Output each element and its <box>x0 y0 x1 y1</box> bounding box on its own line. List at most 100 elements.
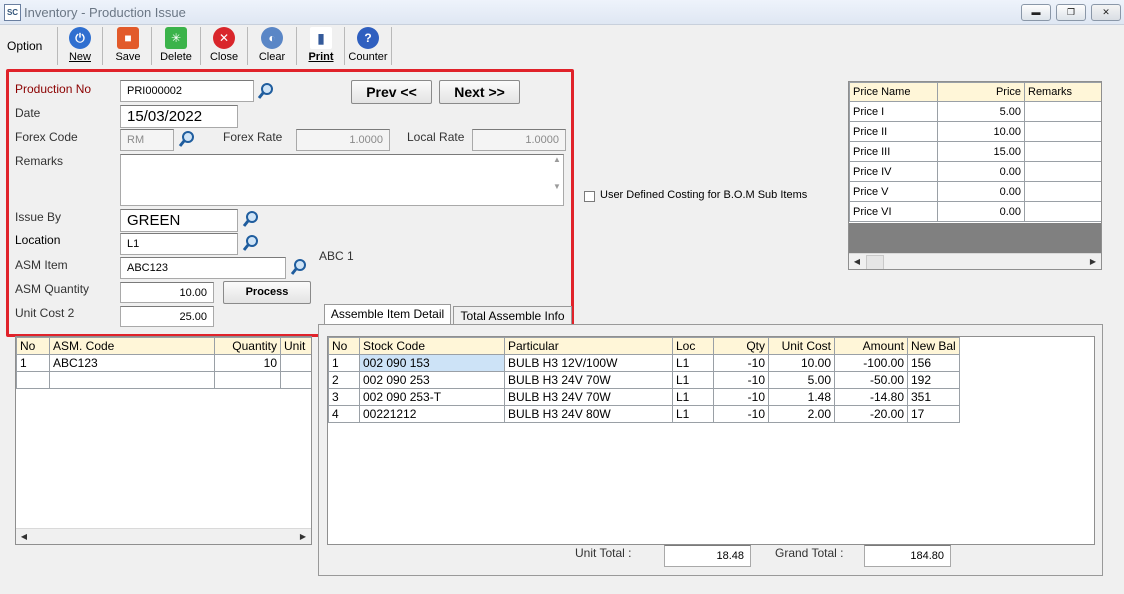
price-table-scrollbar[interactable]: ◀ ▶ <box>849 253 1101 269</box>
next-button[interactable]: Next >> <box>439 80 520 104</box>
forex-code-field[interactable]: RM <box>120 129 174 151</box>
process-button[interactable]: Process <box>223 281 311 304</box>
asm-code-header[interactable]: ASM. Code <box>49 337 215 355</box>
table-row[interactable]: 1 ABC123 10 <box>16 354 311 372</box>
scroll-thumb[interactable] <box>866 255 884 269</box>
save-icon: ■ <box>117 27 139 49</box>
qty-cell: -10 <box>713 405 769 423</box>
toolbar-separator <box>247 27 248 65</box>
detail-no-header[interactable]: No <box>328 337 360 355</box>
table-row[interactable]: Price II 10.00 <box>849 121 1101 142</box>
stock-code-cell[interactable]: 002 090 153 <box>359 354 505 372</box>
clear-button[interactable]: ◐ Clear <box>250 27 294 65</box>
asm-quantity-field[interactable]: 10.00 <box>120 282 214 303</box>
asm-code-cell <box>49 371 215 389</box>
print-button[interactable]: ▮ Print <box>299 27 343 65</box>
table-row[interactable]: Price IV 0.00 <box>849 161 1101 182</box>
stock-code-header[interactable]: Stock Code <box>359 337 505 355</box>
price-value-cell: 5.00 <box>937 101 1025 122</box>
search-icon[interactable] <box>256 81 276 101</box>
table-row[interactable]: 2 002 090 253 BULB H3 24V 70W L1 -10 5.0… <box>328 371 960 389</box>
forex-rate-field[interactable]: 1.0000 <box>296 129 390 151</box>
qty-header[interactable]: Qty <box>713 337 769 355</box>
close-button[interactable]: ✕ Close <box>203 27 245 65</box>
asm-unit-header[interactable]: Unit <box>280 337 311 355</box>
price-name-header[interactable]: Price Name <box>849 82 938 102</box>
table-row[interactable]: 1 002 090 153 BULB H3 12V/100W L1 -10 10… <box>328 354 960 372</box>
amount-cell: -50.00 <box>834 371 908 389</box>
tab-total-assemble-info[interactable]: Total Assemble Info <box>453 306 572 325</box>
table-row[interactable]: 4 00221212 BULB H3 24V 80W L1 -10 2.00 -… <box>328 405 960 423</box>
asm-unit-cell <box>280 354 311 372</box>
asm-code-cell: ABC123 <box>49 354 215 372</box>
particular-cell: BULB H3 24V 80W <box>504 405 673 423</box>
table-row[interactable]: Price I 5.00 <box>849 101 1101 122</box>
table-row[interactable]: Price VI 0.00 <box>849 201 1101 222</box>
particular-header[interactable]: Particular <box>504 337 673 355</box>
table-row[interactable] <box>16 371 311 389</box>
amount-header[interactable]: Amount <box>834 337 908 355</box>
close-button-label: Close <box>209 51 239 63</box>
search-icon[interactable] <box>177 129 197 149</box>
unit-cost-cell: 5.00 <box>768 371 835 389</box>
asm-no-cell <box>16 371 50 389</box>
issue-by-field[interactable]: GREEN <box>120 209 238 232</box>
price-remarks-header[interactable]: Remarks <box>1024 82 1101 102</box>
asm-no-header[interactable]: No <box>16 337 50 355</box>
help-icon: ? <box>357 27 379 49</box>
minimize-button[interactable]: ▬ <box>1021 4 1051 21</box>
search-icon[interactable] <box>241 209 261 229</box>
search-icon[interactable] <box>289 257 309 277</box>
table-row[interactable]: Price V 0.00 <box>849 181 1101 202</box>
asm-item-label: ASM Item <box>15 258 68 272</box>
price-remarks-cell <box>1024 181 1101 202</box>
scroll-right-icon[interactable]: ▶ <box>1085 254 1101 269</box>
table-row[interactable]: Price III 15.00 <box>849 141 1101 162</box>
price-value-cell: 0.00 <box>937 181 1025 202</box>
location-field[interactable]: L1 <box>120 233 238 255</box>
remarks-field[interactable] <box>120 154 564 206</box>
delete-button[interactable]: ✳ Delete <box>154 27 198 65</box>
price-name-cell: Price VI <box>849 201 938 222</box>
user-defined-costing-checkbox[interactable] <box>584 191 595 202</box>
price-header[interactable]: Price <box>937 82 1025 102</box>
asm-table-scrollbar[interactable]: ◀ ▶ <box>16 528 311 544</box>
counter-button[interactable]: ? Counter <box>346 27 390 65</box>
stock-code-cell[interactable]: 002 090 253-T <box>359 388 505 406</box>
app-icon: SC <box>4 4 21 21</box>
detail-no-cell: 1 <box>328 354 360 372</box>
local-rate-field[interactable]: 1.0000 <box>472 129 566 151</box>
prev-button[interactable]: Prev << <box>351 80 432 104</box>
unit-total-field[interactable]: 18.48 <box>664 545 751 567</box>
toolbar-separator <box>102 27 103 65</box>
restore-button[interactable]: ❐ <box>1056 4 1086 21</box>
scroll-right-icon[interactable]: ▶ <box>295 529 311 544</box>
stock-code-cell[interactable]: 002 090 253 <box>359 371 505 389</box>
counter-button-label: Counter <box>348 51 388 63</box>
remarks-scrollbar[interactable]: ▲ ▼ <box>551 155 563 205</box>
toolbar-separator <box>344 27 345 65</box>
asm-item-field[interactable]: ABC123 <box>120 257 286 279</box>
table-row[interactable]: 3 002 090 253-T BULB H3 24V 70W L1 -10 1… <box>328 388 960 406</box>
amount-cell: -20.00 <box>834 405 908 423</box>
unit-cost-header[interactable]: Unit Cost <box>768 337 835 355</box>
new-bal-header[interactable]: New Bal <box>907 337 960 355</box>
scroll-left-icon[interactable]: ◀ <box>849 254 865 269</box>
asm-quantity-header[interactable]: Quantity <box>214 337 281 355</box>
date-label: Date <box>15 106 41 120</box>
date-field[interactable]: 15/03/2022 <box>120 105 238 128</box>
loc-header[interactable]: Loc <box>672 337 714 355</box>
stock-code-cell[interactable]: 00221212 <box>359 405 505 423</box>
search-icon[interactable] <box>241 233 261 253</box>
scroll-left-icon[interactable]: ◀ <box>16 529 32 544</box>
unit-cost-field[interactable]: 25.00 <box>120 306 214 327</box>
new-button[interactable]: ⏻ New <box>60 27 100 65</box>
toolbar-separator <box>391 27 392 65</box>
save-button[interactable]: ■ Save <box>107 27 149 65</box>
tab-assemble-item-detail[interactable]: Assemble Item Detail <box>324 304 451 325</box>
close-window-button[interactable]: ✕ <box>1091 4 1121 21</box>
power-icon: ⏻ <box>69 27 91 49</box>
production-no-field[interactable]: PRI000002 <box>120 80 254 102</box>
price-name-cell: Price IV <box>849 161 938 182</box>
grand-total-field[interactable]: 184.80 <box>864 545 951 567</box>
